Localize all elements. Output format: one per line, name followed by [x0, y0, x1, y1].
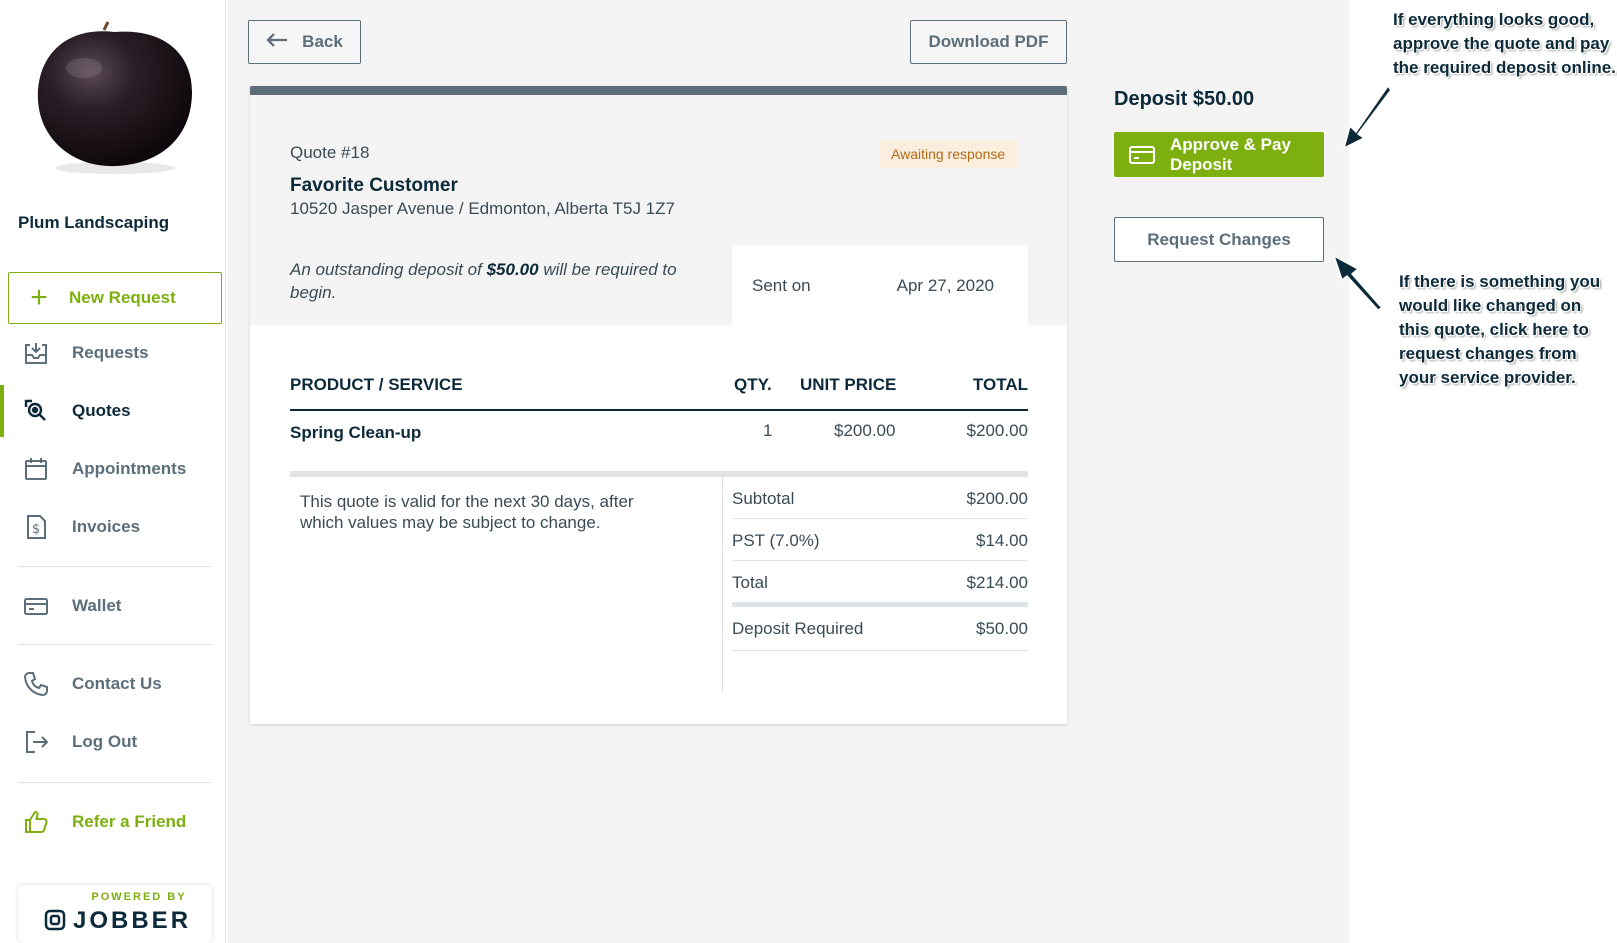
deposit-note-text: An outstanding deposit of [290, 260, 487, 279]
column-header: PRODUCT / SERVICE [290, 375, 463, 394]
summary-label: Total [732, 573, 768, 592]
plus-icon: + [30, 281, 48, 314]
request-changes-annotation: If there is something you would like cha… [1399, 272, 1601, 387]
sidebar-item-quotes[interactable]: Quotes [0, 385, 226, 437]
quote-search-icon [0, 398, 72, 424]
line-total: $200.00 [966, 421, 1028, 440]
calendar-icon [0, 456, 72, 482]
credit-card-icon [0, 593, 72, 619]
back-button[interactable]: Back [248, 20, 361, 64]
summary-value: $14.00 [976, 531, 1028, 550]
unit-price: $200.00 [834, 421, 896, 440]
jobber-wordmark: JOBBER [73, 907, 192, 934]
summary-divider [722, 477, 723, 692]
back-label: Back [302, 32, 343, 51]
customer-address: 10520 Jasper Avenue / Edmonton, Alberta … [290, 199, 675, 218]
table-row: Spring Clean-up 1 $200.00 $200.00 [290, 418, 1028, 466]
summary-label: Subtotal [732, 489, 795, 508]
quote-number: Quote #18 [290, 143, 370, 162]
sidebar-divider [18, 566, 212, 567]
sent-on-date: Apr 27, 2020 [896, 276, 994, 295]
deposit-note-amount: $50.00 [486, 260, 539, 279]
summary-value: $50.00 [976, 619, 1028, 638]
column-header: UNIT PRICE [800, 375, 897, 394]
summary-row-subtotal: Subtotal $200.00 [732, 477, 1028, 519]
sidebar-item-label: Requests [72, 343, 149, 362]
sidebar-item-label: Quotes [72, 401, 131, 420]
sidebar-item-requests[interactable]: Requests [0, 327, 226, 379]
sidebar-item-contact-us[interactable]: Contact Us [0, 658, 226, 710]
sidebar-item-label: Log Out [72, 732, 138, 751]
credit-card-icon [1114, 145, 1170, 165]
sidebar-item-label: Contact Us [72, 674, 162, 693]
arrow-left-icon [266, 31, 288, 54]
column-header: TOTAL [972, 375, 1028, 394]
line-items-header: PRODUCT / SERVICE QTY. UNIT PRICE TOTAL [290, 375, 1028, 411]
approve-annotation: If everything looks good, approve the qu… [1393, 10, 1616, 77]
summary-value: $214.00 [966, 573, 1028, 592]
svg-text:$: $ [32, 522, 40, 537]
powered-by-jobber[interactable]: POWERED BY JOBBER [18, 885, 212, 943]
download-pdf-button[interactable]: Download PDF [910, 20, 1067, 64]
sidebar-divider [18, 782, 212, 783]
request-changes-button[interactable]: Request Changes [1114, 217, 1324, 262]
quote-header: Quote #18 Awaiting response Favorite Cus… [250, 95, 1067, 326]
summary-value: $200.00 [966, 489, 1028, 508]
sidebar-item-label: Appointments [72, 459, 187, 478]
logout-icon [0, 729, 72, 755]
company-name: Plum Landscaping [18, 213, 170, 232]
quantity: 1 [763, 421, 773, 440]
sidebar-item-label: Invoices [72, 517, 141, 536]
inbox-download-icon [0, 340, 72, 366]
summary-row-deposit: Deposit Required $50.00 [732, 607, 1028, 651]
annotation-arrow-icon [1332, 254, 1384, 311]
approve-pay-deposit-button[interactable]: Approve & Pay Deposit [1114, 132, 1324, 177]
product-name: Spring Clean-up [290, 423, 422, 442]
sidebar-divider [18, 644, 212, 645]
summary-label: PST (7.0%) [732, 531, 820, 550]
sidebar-item-invoices[interactable]: $ Invoices [0, 501, 226, 553]
sidebar: Plum Landscaping + New Request Requests … [0, 0, 226, 943]
sidebar-item-log-out[interactable]: Log Out [0, 716, 226, 768]
annotation-arrow-icon [1342, 84, 1392, 150]
sidebar-item-appointments[interactable]: Appointments [0, 443, 226, 495]
new-request-button[interactable]: + New Request [8, 272, 222, 324]
deposit-note: An outstanding deposit of $50.00 will be… [290, 258, 710, 304]
new-request-label: New Request [69, 288, 176, 307]
sent-on-box: Sent on Apr 27, 2020 [732, 245, 1028, 326]
sent-on-label: Sent on [752, 276, 811, 295]
plum-logo [37, 21, 192, 174]
sidebar-item-label: Wallet [72, 596, 122, 615]
sidebar-item-wallet[interactable]: Wallet [0, 580, 226, 632]
deposit-title: Deposit $50.00 [1114, 88, 1255, 110]
quote-card: Quote #18 Awaiting response Favorite Cus… [250, 86, 1067, 724]
phone-icon [0, 671, 72, 697]
customer-name: Favorite Customer [290, 175, 458, 196]
validity-note: This quote is valid for the next 30 days… [300, 492, 634, 532]
powered-by-label: POWERED BY [91, 891, 187, 903]
jobber-logo-icon [44, 909, 66, 931]
sidebar-item-label: Refer a Friend [72, 812, 187, 831]
thumbs-up-icon [0, 809, 72, 835]
approve-label: Approve & Pay Deposit [1170, 134, 1291, 174]
summary-label: Deposit Required [732, 619, 864, 638]
summary-row-tax: PST (7.0%) $14.00 [732, 519, 1028, 561]
status-badge: Awaiting response [879, 140, 1018, 168]
sidebar-item-refer-a-friend[interactable]: Refer a Friend [0, 796, 226, 848]
column-header: QTY. [734, 375, 772, 394]
summary-row-total: Total $214.00 [732, 561, 1028, 607]
dollar-document-icon: $ [0, 514, 72, 540]
